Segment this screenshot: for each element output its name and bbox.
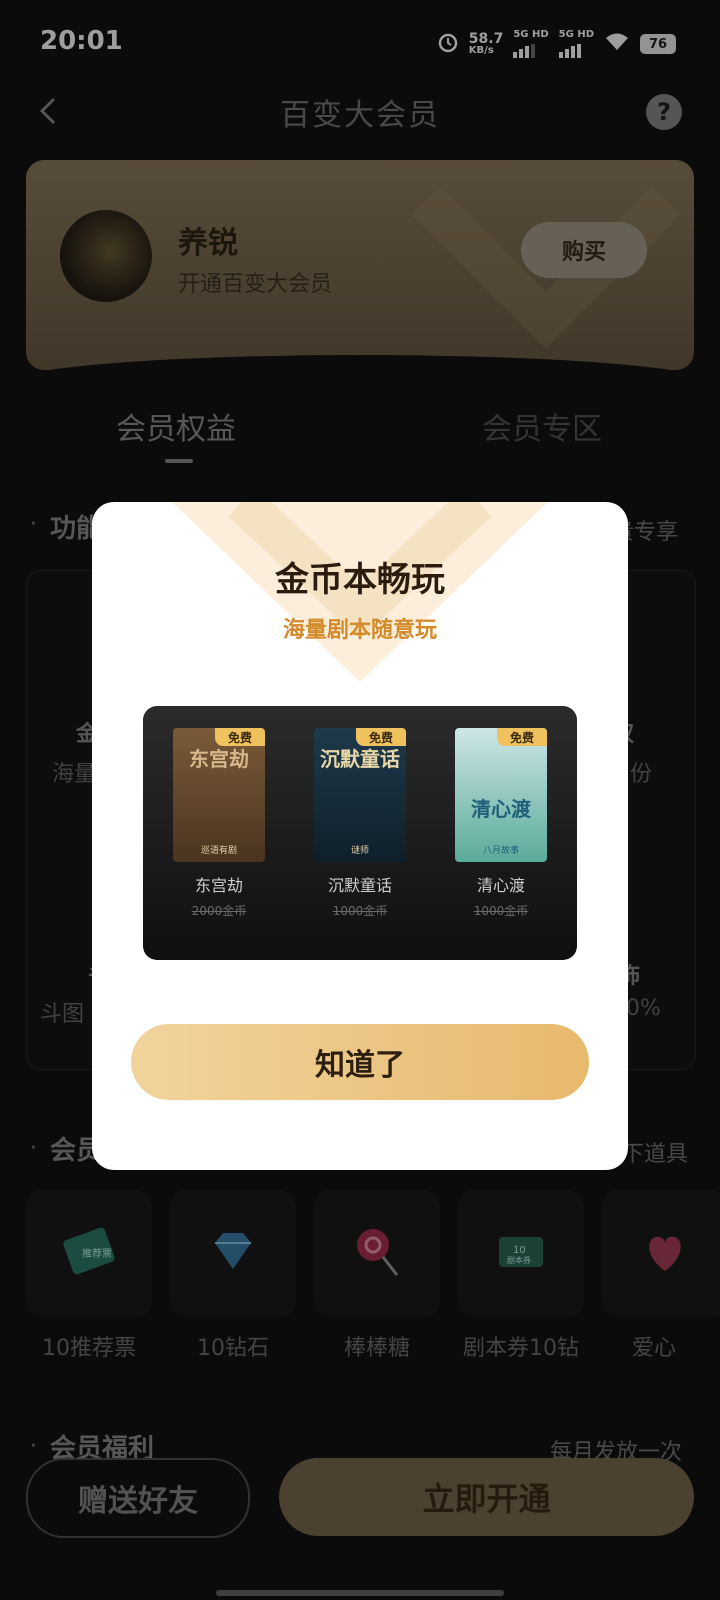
cover-title: 东宫劫 — [189, 747, 249, 771]
script-card[interactable]: 沉默童话 谜师 免费 沉默童话 1000金币 — [300, 728, 420, 919]
script-list: 东宫劫 巡语有剧 免费 东宫劫 2000金币 沉默童话 谜师 免费 沉默童话 1… — [143, 706, 577, 960]
cover-tag: 八月故事 — [482, 846, 519, 856]
script-name: 东宫劫 — [194, 876, 243, 895]
cover-tag: 巡语有剧 — [200, 846, 237, 856]
cover-title: 沉默童话 — [320, 747, 400, 771]
script-price: 2000金币 — [191, 904, 247, 918]
free-badge: 免费 — [215, 728, 265, 746]
cover-tag: 谜师 — [350, 846, 369, 856]
script-name: 沉默童话 — [327, 876, 392, 895]
modal-subtitle: 海量剧本随意玩 — [282, 618, 437, 643]
script-name: 清心渡 — [476, 876, 525, 895]
free-badge: 免费 — [356, 728, 406, 746]
modal-dialog: 金币本畅玩 海量剧本随意玩 东宫劫 巡语有剧 免费 东宫劫 2000金币 沉默童… — [92, 502, 628, 1170]
script-cover: 东宫劫 巡语有剧 免费 — [173, 728, 265, 862]
script-price: 1000金币 — [332, 904, 388, 918]
script-cover: 沉默童话 谜师 免费 — [314, 728, 406, 862]
free-badge: 免费 — [497, 728, 547, 746]
script-card[interactable]: 东宫劫 巡语有剧 免费 东宫劫 2000金币 — [159, 728, 279, 919]
modal-title: 金币本畅玩 — [275, 560, 445, 600]
cover-title: 清心渡 — [471, 797, 531, 821]
script-cover: 清心渡 八月故事 免费 — [455, 728, 547, 862]
script-card[interactable]: 清心渡 八月故事 免费 清心渡 1000金币 — [441, 728, 561, 919]
script-price: 1000金币 — [473, 904, 529, 918]
got-it-button[interactable]: 知道了 — [131, 1024, 589, 1100]
